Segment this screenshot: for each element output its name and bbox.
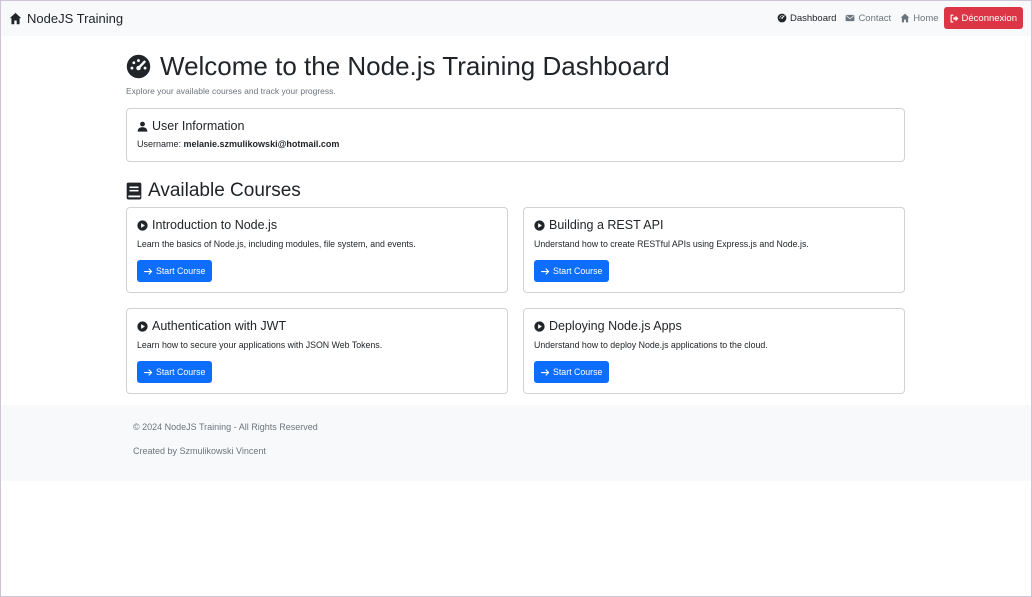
home-icon bbox=[9, 12, 22, 24]
dashboard-gauge-icon bbox=[777, 13, 787, 23]
course-title: Introduction to Node.js bbox=[137, 218, 497, 232]
user-info-card: User Information Username: melanie.szmul… bbox=[126, 108, 905, 162]
course-title-text: Authentication with JWT bbox=[152, 319, 287, 333]
main-content: Welcome to the Node.js Training Dashboar… bbox=[126, 50, 905, 394]
play-circle-icon bbox=[534, 219, 545, 231]
course-title: Deploying Node.js Apps bbox=[534, 319, 894, 333]
arrow-right-icon bbox=[144, 267, 153, 275]
book-icon bbox=[126, 182, 142, 199]
home-icon bbox=[900, 13, 910, 23]
user-info-heading-text: User Information bbox=[152, 119, 245, 133]
username-label: Username: bbox=[137, 139, 182, 149]
start-course-label: Start Course bbox=[156, 266, 206, 276]
start-course-label: Start Course bbox=[156, 367, 206, 377]
start-course-label: Start Course bbox=[553, 266, 603, 276]
envelope-icon bbox=[846, 14, 855, 22]
logout-label: Déconnexion bbox=[961, 12, 1017, 24]
nav-link-contact[interactable]: Contact bbox=[845, 13, 891, 24]
page-title: Welcome to the Node.js Training Dashboar… bbox=[126, 50, 905, 82]
user-info-heading: User Information bbox=[137, 119, 894, 133]
username-line: Username: melanie.szmulikowski@hotmail.c… bbox=[137, 139, 894, 149]
navbar: NodeJS Training Dashboard Contact Home D… bbox=[0, 0, 1032, 36]
user-icon bbox=[137, 121, 148, 132]
nav-link-label: Contact bbox=[858, 12, 892, 24]
footer-credit: Created by Szmulikowski Vincent bbox=[133, 446, 266, 456]
course-card: Building a REST API Understand how to cr… bbox=[523, 207, 905, 293]
arrow-right-icon bbox=[541, 267, 550, 275]
course-description: Learn how to secure your applications wi… bbox=[137, 340, 383, 350]
sign-out-icon bbox=[950, 14, 958, 22]
start-course-button[interactable]: Start Course bbox=[534, 260, 610, 282]
footer-copyright: © 2024 NodeJS Training - All Rights Rese… bbox=[133, 422, 318, 432]
page-title-text: Welcome to the Node.js Training Dashboar… bbox=[160, 50, 670, 81]
course-title-text: Deploying Node.js Apps bbox=[549, 319, 682, 333]
course-title: Building a REST API bbox=[534, 218, 894, 232]
dashboard-gauge-icon bbox=[126, 54, 151, 78]
course-card: Introduction to Node.js Learn the basics… bbox=[126, 207, 508, 293]
arrow-right-icon bbox=[541, 368, 550, 376]
course-grid: Introduction to Node.js Learn the basics… bbox=[126, 207, 905, 394]
course-card: Deploying Node.js Apps Understand how to… bbox=[523, 308, 905, 394]
logout-button[interactable]: Déconnexion bbox=[943, 7, 1023, 29]
start-course-button[interactable]: Start Course bbox=[137, 361, 213, 383]
nav-link-label: Dashboard bbox=[789, 12, 837, 24]
start-course-label: Start Course bbox=[553, 367, 603, 377]
brand-link[interactable]: NodeJS Training bbox=[9, 11, 123, 26]
course-description: Learn the basics of Node.js, including m… bbox=[137, 239, 416, 249]
username-value: melanie.szmulikowski@hotmail.com bbox=[183, 139, 340, 149]
course-description: Understand how to deploy Node.js applica… bbox=[534, 340, 768, 350]
play-circle-icon bbox=[137, 219, 148, 231]
brand-label: NodeJS Training bbox=[27, 10, 124, 26]
course-card: Authentication with JWT Learn how to sec… bbox=[126, 308, 508, 394]
start-course-button[interactable]: Start Course bbox=[534, 361, 610, 383]
course-description: Understand how to create RESTful APIs us… bbox=[534, 239, 809, 249]
play-circle-icon bbox=[137, 320, 148, 332]
course-title-text: Introduction to Node.js bbox=[152, 218, 278, 232]
nav-link-dashboard[interactable]: Dashboard bbox=[777, 13, 836, 24]
nav-link-label: Home bbox=[913, 12, 939, 24]
footer: © 2024 NodeJS Training - All Rights Rese… bbox=[0, 405, 1032, 481]
start-course-button[interactable]: Start Course bbox=[137, 260, 213, 282]
course-title-text: Building a REST API bbox=[549, 218, 664, 232]
course-title: Authentication with JWT bbox=[137, 319, 497, 333]
page-subtitle: Explore your available courses and track… bbox=[126, 86, 336, 96]
nav-links: Dashboard Contact Home Déconnexion bbox=[768, 7, 1023, 29]
arrow-right-icon bbox=[144, 368, 153, 376]
play-circle-icon bbox=[534, 320, 545, 332]
courses-heading: Available Courses bbox=[126, 179, 905, 202]
courses-heading-text: Available Courses bbox=[148, 179, 301, 201]
nav-link-home[interactable]: Home bbox=[900, 12, 939, 24]
